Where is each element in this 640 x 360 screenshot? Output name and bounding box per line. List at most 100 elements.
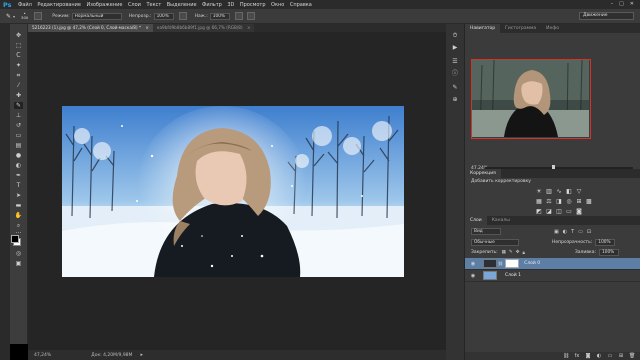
- info-icon[interactable]: ⓘ: [451, 70, 459, 77]
- color-balance-icon[interactable]: ⚖: [545, 198, 553, 205]
- new-group-icon[interactable]: ▭: [607, 353, 613, 359]
- filter-pixel-icon[interactable]: ▣: [554, 229, 559, 235]
- layer-style-icon[interactable]: fx: [574, 353, 580, 359]
- layer-kind-select[interactable]: Вид: [471, 228, 501, 235]
- layer-name[interactable]: Слой 1: [505, 273, 521, 278]
- menu-3d[interactable]: 3D: [227, 2, 234, 8]
- menu-text[interactable]: Текст: [146, 2, 161, 8]
- tab-navigator[interactable]: Навигатор: [465, 24, 501, 33]
- hue-saturation-icon[interactable]: ▦: [535, 198, 543, 205]
- lock-image-icon[interactable]: ✎: [509, 250, 513, 255]
- marquee-tool-icon[interactable]: ⬚: [14, 42, 23, 49]
- layer-mask-thumbnail[interactable]: [505, 259, 520, 268]
- pen-tool-icon[interactable]: ✒: [14, 172, 23, 179]
- flow-field[interactable]: 100%: [209, 12, 230, 20]
- lock-transparent-icon[interactable]: ▦: [502, 250, 506, 255]
- menu-file[interactable]: Файл: [18, 2, 32, 8]
- type-tool-icon[interactable]: T: [14, 182, 23, 189]
- quick-mask-icon[interactable]: ◎: [14, 250, 23, 257]
- healing-tool-icon[interactable]: ✚: [14, 92, 23, 99]
- exposure-icon[interactable]: ◧: [565, 188, 573, 195]
- menu-image[interactable]: Изображение: [86, 2, 122, 8]
- menu-filter[interactable]: Фильтр: [202, 2, 222, 8]
- path-select-tool-icon[interactable]: ➤: [14, 192, 23, 199]
- filter-smart-icon[interactable]: ⊡: [587, 229, 591, 235]
- new-layer-icon[interactable]: ⊞: [618, 353, 624, 359]
- actions-icon[interactable]: ▶: [451, 44, 459, 51]
- link-layers-icon[interactable]: ⛓: [563, 353, 569, 359]
- zoom-level[interactable]: 47,24%: [34, 353, 51, 358]
- brush-tool-icon[interactable]: ✎: [6, 13, 11, 20]
- eye-icon[interactable]: ◉: [469, 273, 477, 279]
- mode-select[interactable]: Нормальный: [71, 12, 122, 20]
- link-icon[interactable]: ⛓: [498, 261, 503, 266]
- workspace-select[interactable]: Движение: [579, 12, 634, 20]
- menu-edit[interactable]: Редактирование: [37, 2, 81, 8]
- curves-icon[interactable]: ∿: [555, 188, 563, 195]
- document-image[interactable]: [62, 106, 404, 277]
- history-brush-tool-icon[interactable]: ↺: [14, 122, 23, 129]
- gradient-map-icon[interactable]: ▭: [565, 208, 573, 215]
- minimize-icon[interactable]: –: [611, 1, 614, 7]
- lasso-tool-icon[interactable]: ᑕ: [14, 52, 23, 59]
- blur-tool-icon[interactable]: ●: [14, 152, 23, 159]
- gradient-tool-icon[interactable]: ▤: [14, 142, 23, 149]
- opacity-field[interactable]: 100%: [153, 12, 174, 20]
- menu-layers[interactable]: Слои: [128, 2, 141, 8]
- layer-opacity-field[interactable]: 100%: [595, 239, 616, 246]
- black-white-icon[interactable]: ◨: [555, 198, 563, 205]
- eye-icon[interactable]: ◉: [469, 261, 477, 267]
- layer-name[interactable]: Слой 0: [524, 261, 540, 266]
- brush-preset-picker[interactable]: • 300: [21, 12, 28, 20]
- layer-row[interactable]: ◉ ⛓ Слой 0: [465, 258, 640, 270]
- blend-mode-select[interactable]: Обычные: [471, 239, 519, 246]
- airbrush-icon[interactable]: [234, 12, 243, 20]
- screen-mode-icon[interactable]: ▣: [14, 260, 23, 267]
- filter-shape-icon[interactable]: ▭: [578, 229, 583, 235]
- menu-help[interactable]: Справка: [290, 2, 312, 8]
- filter-adjust-icon[interactable]: ◐: [563, 229, 567, 235]
- brush-presets-icon[interactable]: ✎: [451, 84, 459, 91]
- tab-channels[interactable]: Каналы: [487, 216, 515, 225]
- crop-tool-icon[interactable]: ⌗: [14, 72, 23, 79]
- close-tab-icon[interactable]: ×: [145, 25, 149, 30]
- trash-icon[interactable]: 🗑︎: [629, 353, 635, 359]
- posterize-icon[interactable]: ◪: [545, 208, 553, 215]
- layer-row[interactable]: ◉ Слой 1: [465, 270, 640, 282]
- menu-select[interactable]: Выделение: [167, 2, 197, 8]
- add-mask-icon[interactable]: ◙: [585, 353, 591, 359]
- brush-panel-toggle-icon[interactable]: [34, 12, 43, 20]
- shape-tool-icon[interactable]: ▬: [14, 202, 23, 209]
- document-tab-active[interactable]: 5216223 (1).jpg @ 47,2% (Слой 0, Слой-ма…: [28, 24, 153, 32]
- invert-icon[interactable]: ◩: [535, 208, 543, 215]
- stamp-tool-icon[interactable]: ⊥: [14, 112, 23, 119]
- hand-tool-icon[interactable]: ✋: [14, 212, 23, 219]
- eraser-tool-icon[interactable]: ▭: [14, 132, 23, 139]
- chevron-right-icon[interactable]: ▸: [140, 352, 143, 358]
- tab-correction[interactable]: Коррекция: [465, 169, 501, 178]
- move-tool-icon[interactable]: ✥: [14, 32, 23, 39]
- eyedropper-tool-icon[interactable]: ⁄: [14, 82, 23, 89]
- fill-field[interactable]: 100%: [598, 249, 619, 256]
- maximize-icon[interactable]: □: [619, 1, 624, 7]
- adjustment-layer-icon[interactable]: ◐: [596, 353, 602, 359]
- zoom-tool-icon[interactable]: ⌕: [14, 222, 23, 229]
- lock-position-icon[interactable]: ✥: [516, 250, 520, 255]
- levels-icon[interactable]: ▥: [545, 188, 553, 195]
- brightness-icon[interactable]: ☀: [535, 188, 543, 195]
- properties-icon[interactable]: ☰: [451, 58, 459, 65]
- photo-filter-icon[interactable]: ◎: [565, 198, 573, 205]
- color-lookup-icon[interactable]: ▩: [585, 198, 593, 205]
- history-icon[interactable]: ⏱: [451, 32, 459, 39]
- close-tab-icon[interactable]: ×: [247, 25, 251, 30]
- tab-histogram[interactable]: Гистограмма: [500, 24, 541, 33]
- tab-info[interactable]: Инфо: [541, 24, 564, 33]
- menu-window[interactable]: Окно: [271, 2, 284, 8]
- foreground-color-swatch[interactable]: [11, 235, 19, 243]
- quick-select-tool-icon[interactable]: ✦: [14, 62, 23, 69]
- channel-mixer-icon[interactable]: ⊞: [575, 198, 583, 205]
- selective-color-icon[interactable]: ◙: [575, 208, 583, 215]
- navigator-preview[interactable]: [471, 59, 591, 139]
- lock-all-icon[interactable]: 🔒︎: [522, 250, 524, 256]
- close-icon[interactable]: ✕: [630, 1, 634, 7]
